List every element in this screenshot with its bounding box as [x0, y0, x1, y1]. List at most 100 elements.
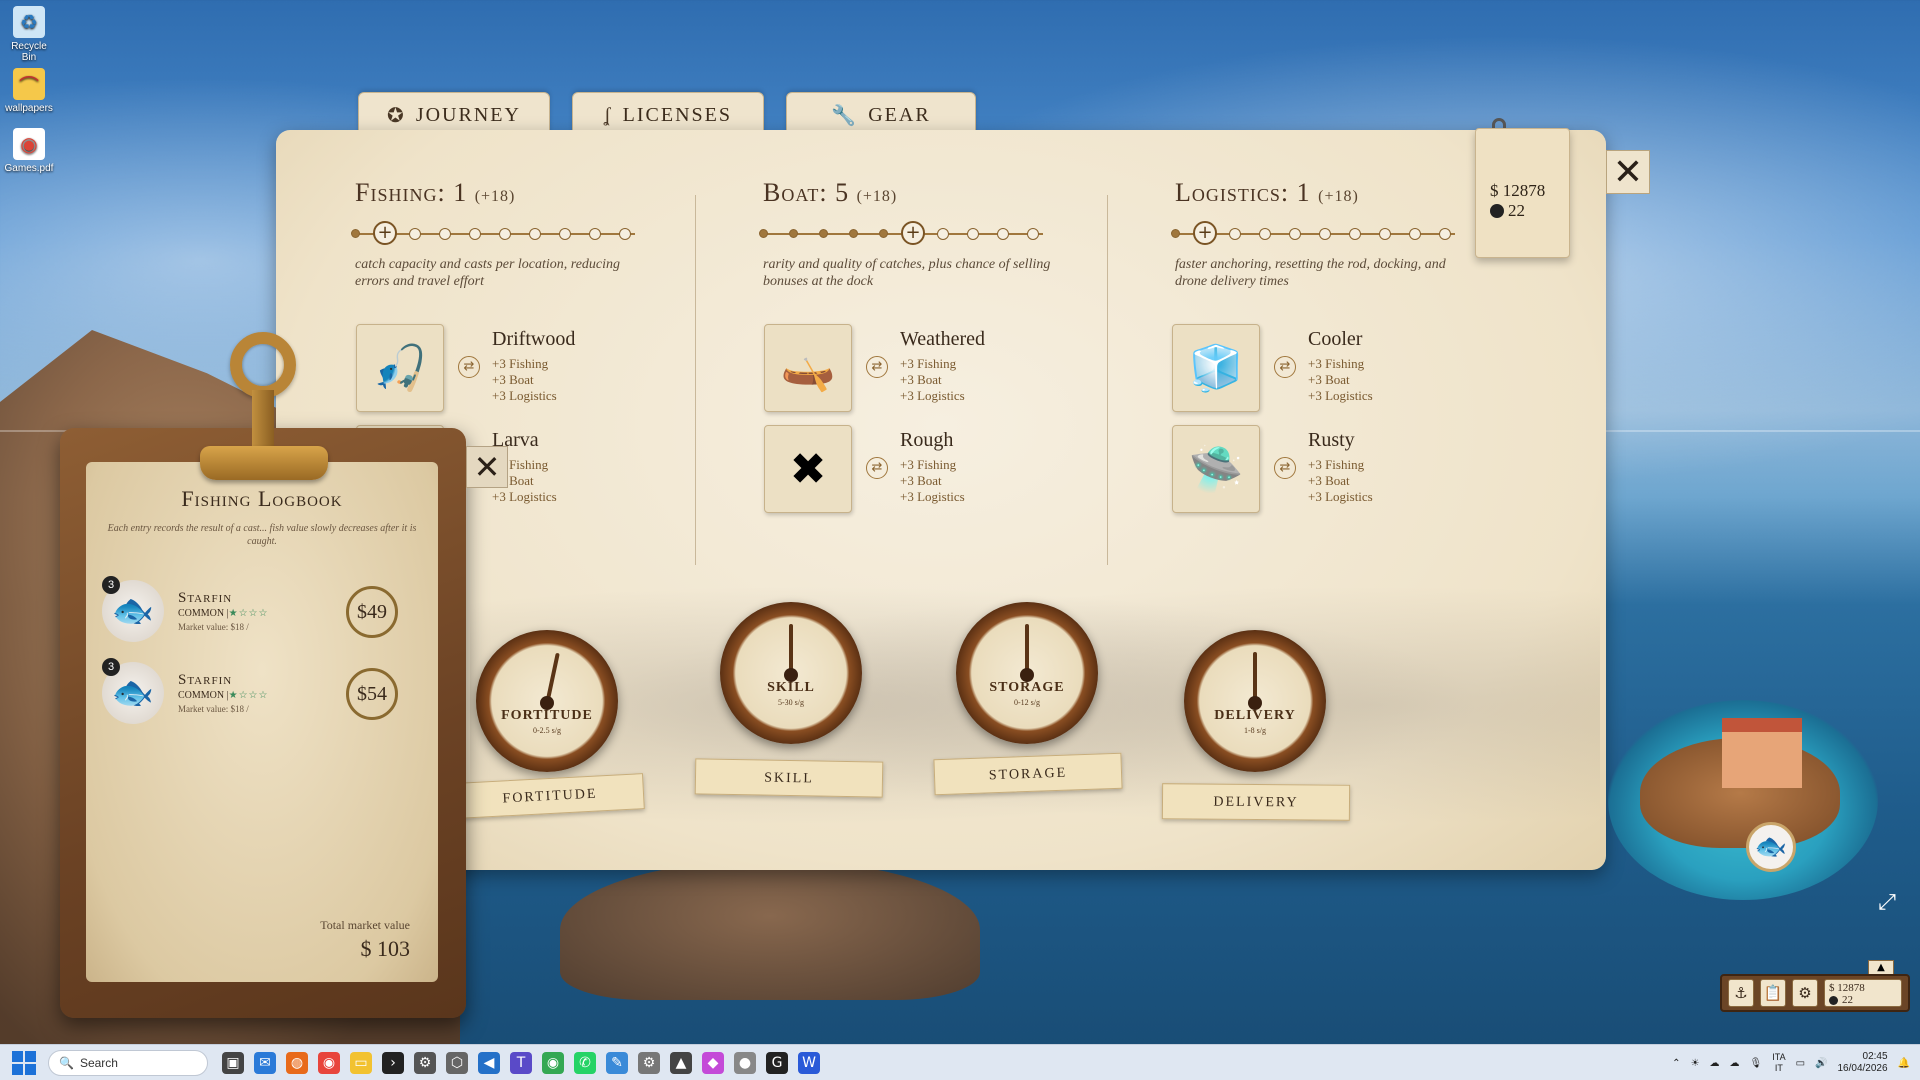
stat-title: Boat: 5 (+18) — [763, 178, 898, 207]
system-tray: ⌃ ☀ ☁ ☁ 🎙 ITA IT ▭ 🔊 02:45 16/04/2026 🔔 — [1672, 1045, 1910, 1080]
fish-name: Starfin — [178, 672, 233, 688]
item-bonuses: +3 Fishing +3 Boat +3 Logistics — [900, 457, 965, 504]
vscode-icon[interactable]: ◀ — [478, 1051, 500, 1074]
level-dot — [1027, 228, 1039, 240]
stat-description: rarity and quality of catches, plus chan… — [763, 257, 1051, 289]
level-dot — [1259, 228, 1271, 240]
swap-icon[interactable]: ⇄ — [458, 356, 480, 378]
gear-item-boat[interactable]: 🛶 ⇄ Weathered +3 Fishing +3 Boat +3 Logist… — [764, 324, 1144, 412]
sell-price-button[interactable]: $49 — [346, 586, 398, 638]
level-dot — [499, 228, 511, 240]
level-dot — [589, 228, 601, 240]
app-icon[interactable]: ▲ — [670, 1051, 692, 1074]
token-icon — [1829, 996, 1838, 1005]
notification-icon[interactable]: 🔔 — [1898, 1058, 1910, 1069]
rocks-scenery — [560, 860, 980, 1000]
logbook-title: Fishing Logbook — [181, 486, 343, 511]
total-market-label: Total market value — [320, 918, 410, 932]
chrome-profile-icon[interactable]: ◉ — [542, 1051, 564, 1074]
settings-icon[interactable]: ⚙ — [638, 1051, 660, 1074]
level-track: + — [1171, 221, 1455, 245]
close-logbook-button[interactable]: ✕ — [466, 446, 508, 488]
language-indicator[interactable]: ITA IT — [1772, 1052, 1785, 1074]
level-up-button[interactable]: + — [901, 221, 925, 245]
gauge-skill: SKILL 5-30 s/g — [720, 602, 862, 744]
gear-item-oars[interactable]: ✖ ⇄ Rough +3 Fishing +3 Boat +3 Logistics — [764, 425, 1144, 513]
item-bonuses: +3 Fishing +3 Boat +3 Logistics — [1308, 457, 1373, 504]
logbook-entry[interactable]: 🐟 3 Starfin COMMON |★☆☆☆ Market value: $… — [102, 576, 422, 646]
task-view-icon[interactable]: ▣ — [222, 1051, 244, 1074]
volume-icon[interactable]: 🔊 — [1815, 1058, 1827, 1069]
chrome-icon[interactable]: ◉ — [318, 1051, 340, 1074]
level-up-button[interactable]: + — [373, 221, 397, 245]
swap-icon[interactable]: ⇄ — [1274, 457, 1296, 479]
taskbar-apps: ▣ ✉ ◍ ◉ ▭ › ⚙ ⬡ ◀ T ◉ ✆ ✎ ⚙ ▲ ◆ ● G W — [222, 1051, 820, 1074]
gauge-label-skill: SKILL — [694, 758, 884, 798]
github-icon[interactable]: G — [766, 1051, 788, 1074]
wrench-icon: 🔧 — [831, 104, 859, 127]
gear-item-drone[interactable]: 🛸 ⇄ Rusty +3 Fishing +3 Boat +3 Logistics — [1172, 425, 1552, 513]
level-dot — [819, 229, 828, 238]
gear-item-cooler[interactable]: 🧊 ⇄ Cooler +3 Fishing +3 Boat +3 Logistics — [1172, 324, 1552, 412]
level-dot — [1379, 228, 1391, 240]
cloud-icon[interactable]: ☁ — [1730, 1058, 1740, 1069]
fish-button[interactable]: 🐟 — [1746, 822, 1796, 872]
settings-gear-icon[interactable]: ⚙ — [1792, 979, 1818, 1007]
sell-price-button[interactable]: $54 — [346, 668, 398, 720]
brightness-icon[interactable]: ☀ — [1691, 1058, 1700, 1069]
firefox-icon[interactable]: ◍ — [286, 1051, 308, 1074]
anchor-icon[interactable]: ⚓ — [1728, 979, 1754, 1007]
editor-icon[interactable]: ◆ — [702, 1051, 724, 1074]
swap-icon[interactable]: ⇄ — [866, 457, 888, 479]
paint-icon[interactable]: ✎ — [606, 1051, 628, 1074]
close-panel-button[interactable]: ✕ — [1606, 150, 1650, 194]
market-value: Market value: $18 / — [178, 704, 249, 714]
desktop-icon-games-pdf[interactable]: ◉ Games.pdf — [4, 128, 54, 174]
item-bonuses: +3 Fishing +3 Boat +3 Logistics — [492, 356, 557, 403]
cooler-icon: 🧊 — [1172, 324, 1260, 412]
expand-icon[interactable]: ⤢ — [1874, 890, 1900, 916]
whatsapp-icon[interactable]: ✆ — [574, 1051, 596, 1074]
level-track: + — [351, 221, 635, 245]
gear-item-rod[interactable]: 🎣 ⇄ Driftwood +3 Fishing +3 Boat +3 Logist… — [356, 324, 736, 412]
game-icon[interactable]: ● — [734, 1051, 756, 1074]
terminal-icon[interactable]: › — [382, 1051, 404, 1074]
level-dot — [849, 229, 858, 238]
level-dot — [879, 229, 888, 238]
swap-icon[interactable]: ⇄ — [866, 356, 888, 378]
oars-icon: ✖ — [764, 425, 852, 513]
swap-icon[interactable]: ⇄ — [1274, 356, 1296, 378]
outlook-icon[interactable]: ✉ — [254, 1051, 276, 1074]
desktop-icon-wallpapers[interactable]: ⌒ wallpapers — [4, 68, 54, 114]
clipboard-icon[interactable]: 📋 — [1760, 979, 1786, 1007]
rowboat-icon: 🛶 — [764, 324, 852, 412]
clock[interactable]: 02:45 16/04/2026 — [1837, 1051, 1887, 1075]
item-bonuses: +3 Fishing +3 Boat +3 Logistics — [1308, 356, 1373, 403]
taskbar-search[interactable]: 🔍 Search — [48, 1049, 208, 1076]
windows-start-icon[interactable] — [12, 1050, 36, 1075]
desktop-icon-recycle-bin[interactable]: ♻ Recycle Bin — [4, 6, 54, 63]
network-icon[interactable]: ▭ — [1796, 1058, 1805, 1069]
gauge-delivery: DELIVERY 1-8 s/g — [1184, 630, 1326, 772]
clipboard-ring-icon — [230, 332, 296, 398]
onedrive-icon[interactable]: ☁ — [1710, 1058, 1720, 1069]
word-icon[interactable]: W — [798, 1051, 820, 1074]
teams-icon[interactable]: T — [510, 1051, 532, 1074]
steam-icon[interactable]: ⚙ — [414, 1051, 436, 1074]
level-dot — [789, 229, 798, 238]
level-dot — [559, 228, 571, 240]
file-explorer-icon[interactable]: ▭ — [350, 1051, 372, 1074]
level-dot — [529, 228, 541, 240]
app-icon[interactable]: ⬡ — [446, 1051, 468, 1074]
stat-description: faster anchoring, resetting the rod, doc… — [1175, 257, 1446, 289]
level-dot — [351, 229, 360, 238]
total-market-value: $ 103 — [360, 936, 411, 961]
logbook-entry[interactable]: 🐟 3 Starfin COMMON |★☆☆☆ Market value: $… — [102, 658, 422, 728]
clipboard-stem — [252, 390, 274, 452]
chevron-up-icon[interactable]: ⌃ — [1672, 1058, 1680, 1069]
level-up-button[interactable]: + — [1193, 221, 1217, 245]
logbook-subtitle: Each entry records the result of a cast.… — [107, 523, 417, 547]
stat-title: Logistics: 1 (+18) — [1175, 178, 1359, 207]
fish-rarity: COMMON |★☆☆☆ — [178, 608, 269, 619]
mic-icon[interactable]: 🎙 — [1750, 1058, 1763, 1069]
